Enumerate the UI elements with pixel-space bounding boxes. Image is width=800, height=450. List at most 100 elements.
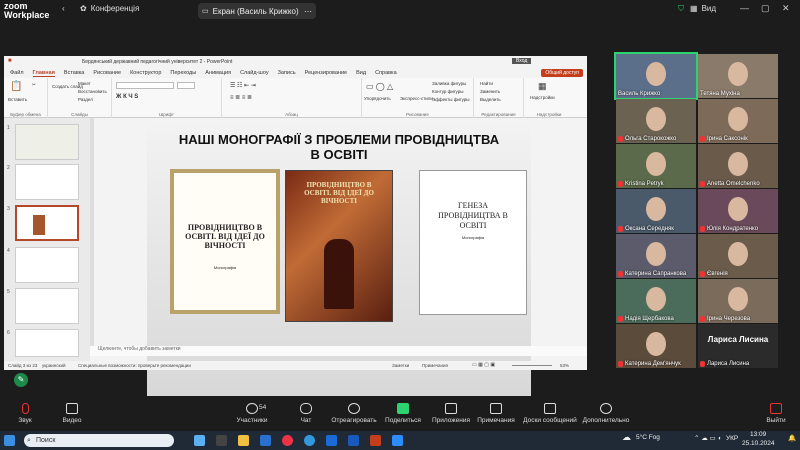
- font-size-select[interactable]: [177, 82, 195, 89]
- notification-icon[interactable]: 🔔: [788, 434, 796, 442]
- whiteboards-button[interactable]: Доски сообщений: [520, 403, 580, 424]
- chrome-icon[interactable]: [282, 435, 293, 446]
- addins-icon[interactable]: ▦: [538, 81, 547, 92]
- video-button[interactable]: Видео: [42, 403, 102, 424]
- participant-tile[interactable]: Тетяна Мухіна: [698, 54, 778, 98]
- fill-button[interactable]: Заливка фигуры: [432, 81, 466, 86]
- quick-styles-button[interactable]: Экспресс-стили: [400, 96, 433, 101]
- participant-tile[interactable]: Катерина Сапранкова: [616, 234, 696, 278]
- accessibility-status[interactable]: Специальные возможности: проверьте реком…: [78, 363, 191, 368]
- word-icon[interactable]: [348, 435, 359, 446]
- taskbar-search[interactable]: ⌕ Поиск: [24, 434, 174, 447]
- clock-time[interactable]: 13:09: [750, 431, 766, 438]
- addins-button[interactable]: Надстройки: [530, 95, 555, 100]
- bold-icon[interactable]: Ж К Ч S: [116, 94, 138, 100]
- ribbon-tab[interactable]: Вставка: [64, 70, 84, 76]
- file-explorer-icon[interactable]: [238, 435, 249, 446]
- conference-menu[interactable]: ✿ Конференція: [80, 4, 139, 13]
- notes-pane[interactable]: Щелкните, чтобы добавить заметки: [90, 346, 587, 356]
- shapes-icon[interactable]: ▭ ◯ △: [366, 82, 393, 91]
- participant-tile[interactable]: Ірина Черезова: [698, 279, 778, 323]
- view-button[interactable]: ▦ Вид: [690, 4, 716, 13]
- arrange-button[interactable]: Упорядочить: [364, 96, 391, 101]
- comments-toggle[interactable]: Примечания: [422, 363, 448, 368]
- effects-button[interactable]: Эффекты фигуры: [432, 97, 470, 102]
- ribbon-tab[interactable]: Справка: [375, 70, 397, 76]
- clock-date[interactable]: 25.10.2024: [742, 440, 775, 447]
- slide-thumbnail-4[interactable]: [15, 247, 79, 283]
- more-icon[interactable]: ⋯: [304, 7, 312, 16]
- weather-label[interactable]: 5°C Fog: [636, 434, 660, 441]
- participant-tile[interactable]: Ольга Старокожко: [616, 99, 696, 143]
- paste-button[interactable]: Вставить: [8, 97, 27, 102]
- tray-icons[interactable]: ⌃ ☁ ▭ ◖: [694, 434, 721, 442]
- signin-button[interactable]: Вход: [512, 58, 532, 64]
- ribbon-tab[interactable]: Рисование: [93, 70, 121, 76]
- outline-button[interactable]: Контур фигуры: [432, 89, 463, 94]
- ribbon-tab[interactable]: Главная: [32, 70, 55, 77]
- slide-thumbnail-6[interactable]: [15, 329, 79, 357]
- paste-icon[interactable]: 📋: [10, 81, 22, 92]
- participant-tile[interactable]: Євгенія: [698, 234, 778, 278]
- minimize-icon[interactable]: —: [740, 3, 749, 13]
- view-mode-icons[interactable]: ▭ ▦ ▢ ▣: [472, 362, 495, 368]
- maximize-icon[interactable]: ▢: [761, 3, 770, 14]
- ribbon-tab[interactable]: Файл: [10, 70, 24, 76]
- task-view-icon[interactable]: [216, 435, 227, 446]
- participant-tile[interactable]: Ірина Саксонік: [698, 99, 778, 143]
- participant-tile[interactable]: Катерина Дем'янчук: [616, 324, 696, 368]
- leave-button[interactable]: Выйти: [746, 403, 800, 424]
- participants-button[interactable]: Участники: [222, 403, 282, 424]
- shield-icon[interactable]: ⛉: [678, 4, 684, 14]
- edge-icon[interactable]: [304, 435, 315, 446]
- participant-tile[interactable]: Лариса Лисина Лариса Лисина: [698, 324, 778, 368]
- select-button[interactable]: Выделить: [480, 97, 501, 102]
- back-button[interactable]: ‹: [62, 4, 65, 13]
- slide-thumbnail-2[interactable]: [15, 164, 79, 200]
- ribbon-tab[interactable]: Рецензирование: [305, 70, 347, 76]
- more-button[interactable]: Дополнительно: [576, 403, 636, 424]
- store-icon[interactable]: [260, 435, 271, 446]
- share-doc-button[interactable]: Общий доступ: [541, 69, 583, 77]
- ribbon-tab[interactable]: Переходы: [170, 70, 196, 76]
- participant-tile[interactable]: Anetta Omelchenko: [698, 144, 778, 188]
- font-name-select[interactable]: [116, 82, 174, 89]
- section-button[interactable]: Раздел: [78, 97, 93, 102]
- participant-tile[interactable]: Василь Крижко: [614, 52, 698, 100]
- powerpoint-taskbar-icon[interactable]: [370, 435, 381, 446]
- find-button[interactable]: Найти: [480, 81, 493, 86]
- align-icon[interactable]: ≡ ≣ ≡ ≣: [230, 94, 252, 101]
- participant-tile[interactable]: Юлія Кондратенко: [698, 189, 778, 233]
- language-indicator[interactable]: УКР: [726, 435, 738, 442]
- participant-tile[interactable]: Kristina Petryk: [616, 144, 696, 188]
- notes-button[interactable]: Примечания: [466, 403, 526, 424]
- language-status[interactable]: украинский: [42, 363, 65, 368]
- outlook-icon[interactable]: [326, 435, 337, 446]
- reset-button[interactable]: Восстановить: [78, 89, 107, 94]
- replace-button[interactable]: Заменить: [480, 89, 500, 94]
- zoom-slider[interactable]: [512, 365, 552, 366]
- zoom-level[interactable]: 53%: [560, 363, 569, 368]
- notes-toggle[interactable]: Заметки: [392, 363, 409, 368]
- screen-share-pill[interactable]: ▭ Екран (Василь Крижко) ⋯: [198, 3, 316, 19]
- ribbon-tab[interactable]: Анимация: [205, 70, 231, 76]
- participant-tile[interactable]: Оксана Середняк: [616, 189, 696, 233]
- ribbon-tab[interactable]: Слайд-шоу: [240, 70, 269, 76]
- slide-number: 3: [7, 206, 10, 212]
- slide-thumbnail-1[interactable]: [15, 124, 79, 160]
- participant-tile[interactable]: Надія Щербакова: [616, 279, 696, 323]
- ribbon-tab[interactable]: Запись: [278, 70, 296, 76]
- close-icon[interactable]: ✕: [782, 3, 790, 14]
- zoom-taskbar-icon[interactable]: [392, 435, 403, 446]
- ribbon-tab[interactable]: Конструктор: [130, 70, 161, 76]
- windows-start-icon[interactable]: [4, 435, 15, 446]
- ribbon-tab[interactable]: Вид: [356, 70, 366, 76]
- cut-icon[interactable]: ✂: [32, 82, 36, 88]
- thumbnail-scrollbar[interactable]: [90, 118, 94, 346]
- slide-thumbnail-3[interactable]: [15, 205, 79, 241]
- annotate-icon[interactable]: ✎: [14, 373, 28, 387]
- copilot-icon[interactable]: [194, 435, 205, 446]
- layout-button[interactable]: Макет: [78, 81, 91, 86]
- slide-thumbnail-5[interactable]: [15, 288, 79, 324]
- list-icon[interactable]: ☰ ☷ ⇤ ⇥: [230, 82, 256, 89]
